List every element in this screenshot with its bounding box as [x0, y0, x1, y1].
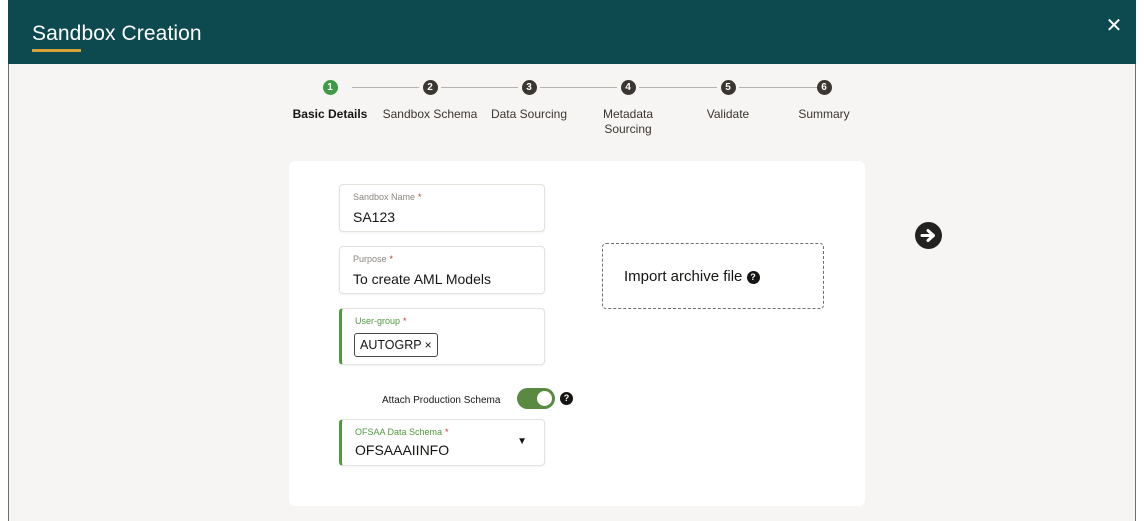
step-label: Basic Details [292, 107, 368, 121]
attach-production-schema-label: Attach Production Schema [382, 395, 501, 406]
step-number: 6 [816, 80, 832, 95]
step-number: 1 [322, 80, 338, 95]
step-data-sourcing[interactable]: 3 Data Sourcing [481, 80, 577, 122]
user-group-field[interactable]: User-group * AUTOGRP × [339, 308, 545, 365]
dialog-title: Sandbox Creation [32, 22, 202, 45]
field-label: User-group * [355, 316, 407, 326]
sandbox-name-value: SA123 [353, 209, 396, 225]
ofsaa-data-schema-select[interactable]: OFSAA Data Schema * OFSAAAIINFO ▼ [339, 419, 545, 466]
step-metadata-sourcing[interactable]: 4 Metadata Sourcing [580, 80, 676, 137]
toggle-knob [537, 391, 552, 406]
attach-production-schema-toggle[interactable] [517, 388, 555, 409]
close-icon[interactable]: ✕ [1104, 16, 1124, 36]
user-group-chip[interactable]: AUTOGRP × [354, 333, 438, 357]
arrow-right-circle-icon[interactable] [915, 222, 942, 249]
step-summary[interactable]: 6 Summary [776, 80, 872, 122]
step-validate[interactable]: 5 Validate [680, 80, 776, 122]
purpose-field[interactable]: Purpose * To create AML Models [339, 246, 545, 294]
step-number: 5 [720, 80, 736, 95]
dialog-header: Sandbox Creation ✕ [8, 0, 1136, 64]
field-label: Purpose * [353, 254, 394, 264]
help-icon[interactable]: ? [746, 271, 760, 284]
purpose-value: To create AML Models [353, 271, 491, 287]
sandbox-name-field[interactable]: Sandbox Name * SA123 [339, 184, 545, 232]
step-number: 3 [521, 80, 537, 95]
step-label: Sandbox Schema [382, 107, 478, 121]
field-label: Sandbox Name * [353, 192, 422, 202]
import-archive-label: Import archive file ? [624, 268, 760, 285]
arrow-right-icon [920, 229, 935, 242]
step-sandbox-schema[interactable]: 2 Sandbox Schema [382, 80, 478, 122]
chip-remove-icon[interactable]: × [425, 338, 432, 352]
title-underline [32, 49, 81, 52]
step-basic-details[interactable]: 1 Basic Details [282, 80, 378, 122]
step-number: 2 [422, 80, 438, 95]
step-number: 4 [620, 80, 636, 95]
step-label: Metadata Sourcing [602, 107, 654, 136]
step-label: Summary [798, 107, 850, 121]
import-archive-button[interactable]: Import archive file ? [602, 243, 824, 309]
step-label: Validate [706, 107, 750, 121]
ofsaa-data-schema-value: OFSAAAIINFO [355, 442, 450, 458]
chevron-down-icon[interactable]: ▼ [517, 436, 527, 447]
field-label: OFSAA Data Schema * [355, 427, 449, 437]
help-icon[interactable]: ? [560, 392, 573, 405]
step-label: Data Sourcing [490, 107, 568, 121]
